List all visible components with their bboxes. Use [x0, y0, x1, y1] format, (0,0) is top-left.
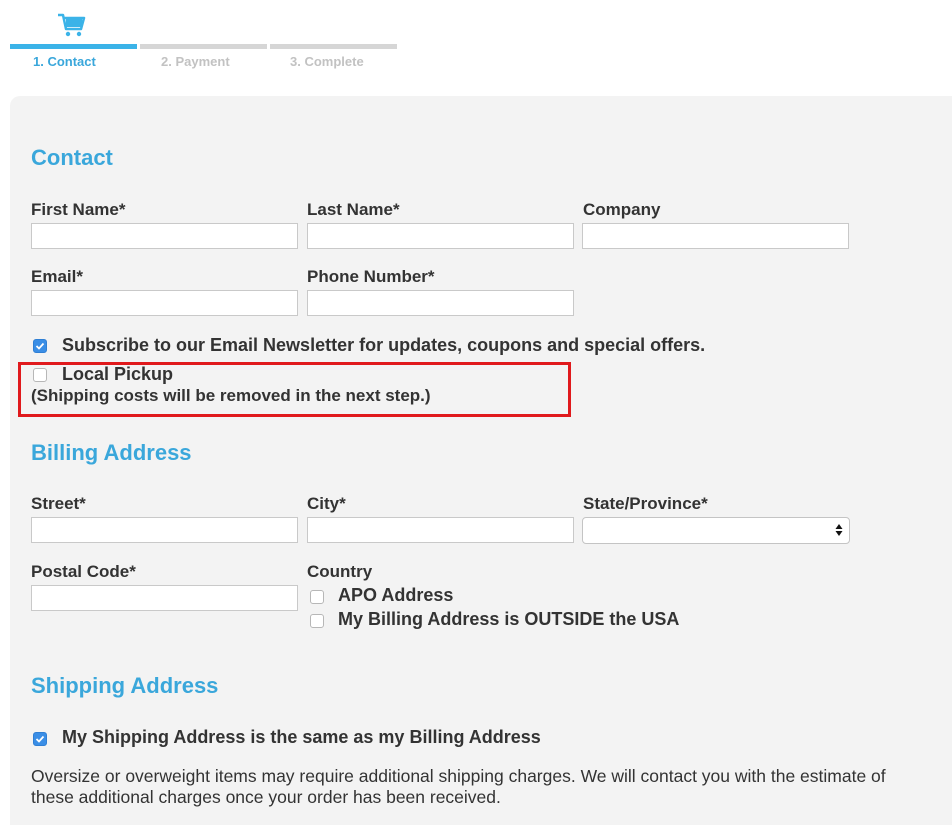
shipping-section-title: Shipping Address — [31, 673, 219, 698]
street-label: Street* — [31, 494, 86, 513]
shopping-cart-icon — [58, 13, 86, 37]
apo-address-checkbox[interactable] — [310, 590, 324, 604]
city-input[interactable] — [307, 517, 574, 543]
step-1-progress-bar — [10, 44, 137, 49]
step-3-label: 3. Complete — [290, 54, 364, 69]
check-icon — [35, 735, 45, 743]
oversize-shipping-note: Oversize or overweight items may require… — [31, 766, 886, 807]
city-label: City* — [307, 494, 346, 513]
step-1-label: 1. Contact — [33, 54, 96, 69]
up-down-arrows-icon — [835, 524, 843, 536]
billing-section-title: Billing Address — [31, 440, 192, 465]
postal-code-label: Postal Code* — [31, 562, 136, 581]
same-as-billing-label: My Shipping Address is the same as my Bi… — [62, 727, 541, 747]
contact-section-title: Contact — [31, 145, 113, 170]
email-label: Email* — [31, 267, 83, 286]
local-pickup-checkbox[interactable] — [33, 368, 47, 382]
outside-usa-label: My Billing Address is OUTSIDE the USA — [338, 609, 680, 629]
company-label: Company — [583, 200, 661, 219]
country-label: Country — [307, 562, 373, 581]
same-as-billing-checkbox[interactable] — [33, 732, 47, 746]
newsletter-checkbox[interactable] — [33, 339, 47, 353]
last-name-label: Last Name* — [307, 200, 400, 219]
first-name-input[interactable] — [31, 223, 298, 249]
local-pickup-label: Local Pickup — [62, 364, 174, 384]
state-province-label: State/Province* — [583, 494, 708, 513]
outside-usa-checkbox[interactable] — [310, 614, 324, 628]
first-name-label: First Name* — [31, 200, 126, 219]
street-input[interactable] — [31, 517, 298, 543]
step-2-label: 2. Payment — [161, 54, 230, 69]
phone-number-input[interactable] — [307, 290, 574, 316]
local-pickup-note: (Shipping costs will be removed in the n… — [31, 386, 431, 405]
phone-number-label: Phone Number* — [307, 267, 435, 286]
company-input[interactable] — [582, 223, 849, 249]
checkout-form-panel: Contact First Name* Last Name* Company E… — [10, 96, 952, 825]
postal-code-input[interactable] — [31, 585, 298, 611]
email-input[interactable] — [31, 290, 298, 316]
step-2-progress-bar — [140, 44, 267, 49]
state-province-select[interactable] — [582, 517, 850, 544]
check-icon — [35, 342, 45, 350]
apo-address-label: APO Address — [338, 585, 454, 605]
last-name-input[interactable] — [307, 223, 574, 249]
step-3-progress-bar — [270, 44, 397, 49]
newsletter-label: Subscribe to our Email Newsletter for up… — [62, 335, 706, 355]
